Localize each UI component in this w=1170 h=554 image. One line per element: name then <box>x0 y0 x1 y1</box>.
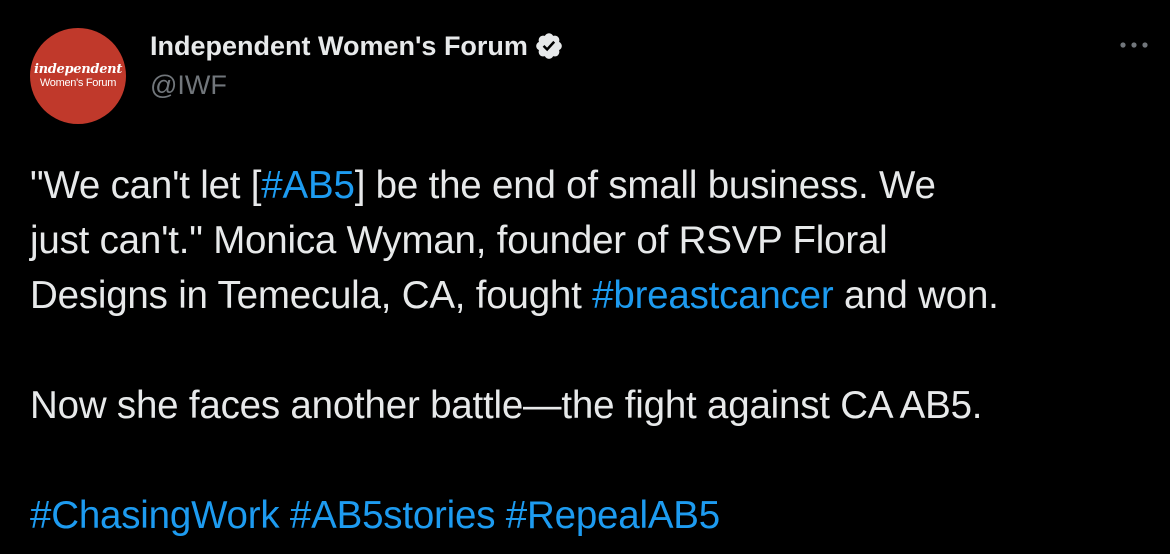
tweet-text-segment: Designs in Temecula, CA, fought <box>30 274 593 317</box>
tweet-text-segment: "We can't let [ <box>30 164 262 207</box>
author-block: Independent Women's Forum @IWF <box>150 28 564 101</box>
handle[interactable]: @IWF <box>150 70 564 101</box>
avatar-logo-line1: independent <box>33 62 123 77</box>
hashtag-link[interactable]: #RepealAB5 <box>506 494 720 537</box>
avatar[interactable]: independent Women's Forum <box>30 28 126 124</box>
tweet-line-2: just can't." Monica Wyman, founder of RS… <box>30 219 888 262</box>
tweet-text-segment: ] be the end of small business. We <box>354 164 936 207</box>
more-options-button[interactable] <box>1112 30 1156 60</box>
tweet-text-segment: and won. <box>833 274 999 317</box>
hashtag-link[interactable]: #ChasingWork <box>30 494 280 537</box>
more-options-icon <box>1120 42 1148 48</box>
verified-badge-icon <box>534 31 564 61</box>
hashtag-link[interactable]: #breastcancer <box>592 274 834 317</box>
hashtag-link[interactable]: #AB5 <box>261 164 355 207</box>
avatar-logo-line2: Women's Forum <box>39 77 117 89</box>
tweet-text: "We can't let [#AB5] be the end of small… <box>30 158 1160 543</box>
display-name[interactable]: Independent Women's Forum <box>150 31 528 62</box>
paragraph-break <box>30 323 1160 378</box>
tweet-line-3: Designs in Temecula, CA, fought #breastc… <box>30 268 1160 323</box>
tweet-line-1: "We can't let [#AB5] be the end of small… <box>30 158 1160 213</box>
name-row: Independent Women's Forum <box>150 28 564 64</box>
paragraph-break <box>30 433 1160 488</box>
hashtag-line: #ChasingWork #AB5stories #RepealAB5 <box>30 488 1160 543</box>
tweet-line-4: Now she faces another battle—the fight a… <box>30 384 983 427</box>
tweet: independent Women's Forum Independent Wo… <box>0 0 1170 554</box>
hashtag-link[interactable]: #AB5stories <box>290 494 496 537</box>
